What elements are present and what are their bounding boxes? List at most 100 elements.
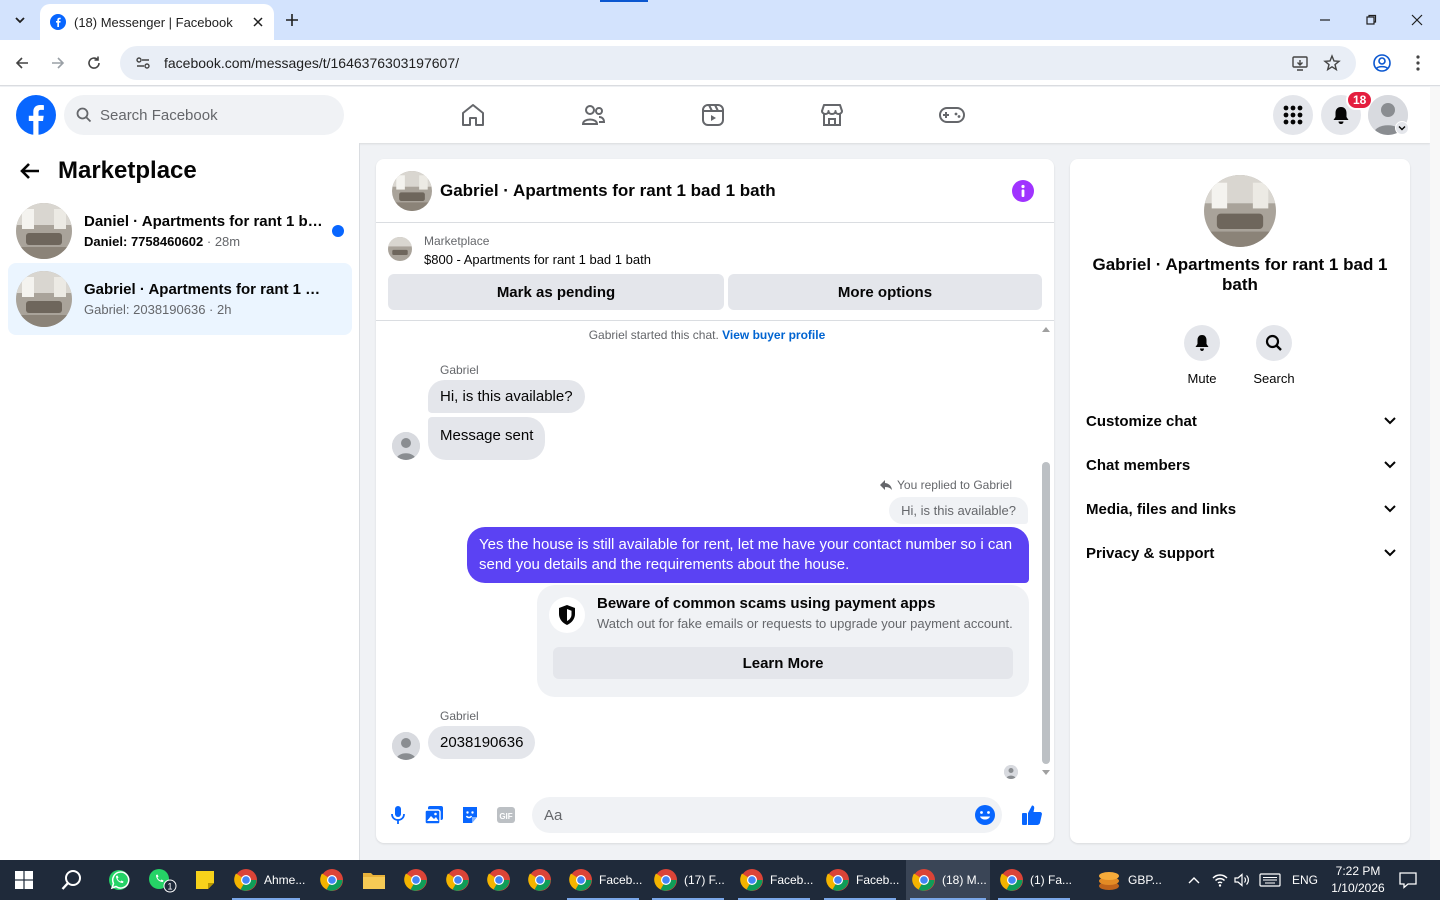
taskbar-chrome-window-5[interactable] bbox=[481, 860, 517, 900]
learn-more-button[interactable]: Learn More bbox=[553, 647, 1013, 679]
video-icon[interactable] bbox=[697, 99, 729, 131]
message-input-box[interactable] bbox=[532, 797, 1002, 833]
chevron-down-icon bbox=[1384, 549, 1396, 557]
volume-icon[interactable] bbox=[1230, 860, 1254, 900]
customize-chat-section[interactable]: Customize chat bbox=[1086, 403, 1396, 439]
message-input[interactable] bbox=[544, 806, 964, 824]
chat-scrollbar[interactable] bbox=[1038, 322, 1054, 784]
browser-tab-active[interactable]: (18) Messenger | Facebook bbox=[40, 4, 274, 40]
gaming-icon[interactable] bbox=[936, 99, 968, 131]
taskbar-facebook-window-3[interactable]: Faceb... bbox=[734, 860, 814, 900]
media-files-links-section[interactable]: Media, files and links bbox=[1086, 491, 1396, 527]
sender-avatar[interactable] bbox=[392, 732, 420, 760]
url-text[interactable]: facebook.com/messages/t/1646376303197607… bbox=[164, 55, 459, 71]
my-reply-bubble[interactable]: Yes the house is still available for ren… bbox=[467, 527, 1029, 583]
mark-as-pending-button[interactable]: Mark as pending bbox=[388, 274, 724, 310]
quoted-message[interactable]: Hi, is this available? bbox=[889, 497, 1028, 524]
sender-avatar[interactable] bbox=[392, 432, 420, 460]
page-scrollbar[interactable] bbox=[1430, 87, 1440, 860]
emoji-icon[interactable] bbox=[974, 804, 996, 826]
listing-title[interactable]: $800 - Apartments for rant 1 bad 1 bath bbox=[424, 252, 651, 267]
forward-arrow-icon[interactable] bbox=[46, 51, 70, 75]
chat-scroll-thumb[interactable] bbox=[1042, 462, 1050, 764]
view-buyer-profile-link[interactable]: View buyer profile bbox=[722, 328, 825, 342]
marketplace-icon[interactable] bbox=[816, 99, 848, 131]
windows-start-icon[interactable] bbox=[4, 860, 44, 900]
back-arrow-icon[interactable] bbox=[10, 51, 34, 75]
window-maximize-icon[interactable] bbox=[1359, 8, 1383, 32]
taskbar-facebook-window-1[interactable]: Faceb... bbox=[563, 860, 643, 900]
search-action[interactable]: Search bbox=[1244, 325, 1304, 386]
window-minimize-icon[interactable] bbox=[1313, 8, 1337, 32]
home-icon[interactable] bbox=[457, 99, 489, 131]
taskbar-clock[interactable]: 7:22 PM 1/10/2026 bbox=[1322, 863, 1394, 897]
profile-icon[interactable] bbox=[1370, 51, 1394, 75]
bookmark-star-icon[interactable] bbox=[1320, 51, 1344, 75]
site-settings-icon[interactable] bbox=[134, 54, 152, 72]
chrome-icon bbox=[528, 869, 551, 891]
facebook-search-box[interactable] bbox=[64, 95, 344, 135]
taskbar-messenger-window-active[interactable]: (18) M... bbox=[906, 860, 990, 900]
photo-icon[interactable] bbox=[422, 803, 446, 827]
whatsapp-business-icon[interactable]: 1 bbox=[142, 860, 182, 900]
seen-receipt-avatar bbox=[1004, 765, 1018, 779]
search-icon bbox=[76, 107, 92, 123]
chat-title[interactable]: Gabriel · Apartments for rant 1 bad 1 ba… bbox=[440, 181, 776, 201]
facebook-search-input[interactable] bbox=[100, 106, 320, 124]
whatsapp-icon[interactable] bbox=[100, 860, 138, 900]
keyboard-icon[interactable] bbox=[1256, 860, 1284, 900]
message-bubble[interactable]: Message sent bbox=[428, 417, 546, 460]
reload-icon[interactable] bbox=[82, 51, 106, 75]
browser-menu-icon[interactable] bbox=[1406, 51, 1430, 75]
taskbar-search-icon[interactable] bbox=[50, 860, 94, 900]
message-bubble[interactable]: Hi, is this available? bbox=[428, 380, 585, 413]
taskbar-chrome-window-6[interactable] bbox=[522, 860, 558, 900]
chat-members-section[interactable]: Chat members bbox=[1086, 447, 1396, 483]
file-explorer-icon[interactable] bbox=[356, 860, 392, 900]
taskbar-chrome-window-4[interactable] bbox=[440, 860, 476, 900]
tab-close-icon[interactable] bbox=[250, 14, 266, 30]
conversation-item-gabriel[interactable]: Gabriel · Apartments for rant 1 ba... Ga… bbox=[8, 263, 352, 335]
install-app-icon[interactable] bbox=[1288, 51, 1312, 75]
taskbar-facebook-window-5[interactable]: (1) Fa... bbox=[994, 860, 1074, 900]
taskbar-chrome-window-3[interactable] bbox=[398, 860, 434, 900]
listing-mini-thumbnail[interactable] bbox=[388, 237, 412, 261]
message-bubble[interactable]: 2038190636 bbox=[428, 726, 536, 759]
new-tab-plus-icon[interactable] bbox=[282, 10, 302, 30]
mute-action[interactable]: Mute bbox=[1172, 325, 1232, 386]
taskbar-chrome-window-2[interactable] bbox=[314, 860, 350, 900]
facebook-favicon-icon bbox=[50, 14, 66, 30]
scroll-up-arrow-icon[interactable] bbox=[1038, 324, 1054, 334]
gif-icon[interactable]: GIF bbox=[494, 803, 518, 827]
taskbar-chrome-window-1[interactable]: Ahme... bbox=[228, 860, 305, 900]
thumbs-up-icon[interactable] bbox=[1020, 803, 1044, 827]
scroll-down-arrow-icon[interactable] bbox=[1038, 768, 1054, 778]
chat-profile-thumbnail[interactable] bbox=[1204, 175, 1276, 247]
more-options-button[interactable]: More options bbox=[728, 274, 1042, 310]
sender-name: Gabriel bbox=[440, 363, 479, 377]
taskbar-facebook-window-2[interactable]: (17) F... bbox=[648, 860, 728, 900]
bell-icon[interactable] bbox=[1184, 325, 1220, 361]
tab-list-chevron-icon[interactable] bbox=[8, 8, 32, 32]
search-icon[interactable] bbox=[1256, 325, 1292, 361]
wifi-icon[interactable] bbox=[1208, 860, 1232, 900]
window-close-icon[interactable] bbox=[1405, 8, 1429, 32]
language-indicator[interactable]: ENG bbox=[1292, 873, 1318, 887]
conversation-item-daniel[interactable]: Daniel · Apartments for rant 1 ba... Dan… bbox=[8, 195, 352, 267]
chat-header-thumbnail[interactable] bbox=[392, 170, 432, 211]
facebook-logo-icon[interactable] bbox=[16, 95, 56, 135]
omnibox[interactable]: facebook.com/messages/t/1646376303197607… bbox=[120, 46, 1356, 80]
menu-grid-icon[interactable] bbox=[1273, 95, 1313, 135]
taskbar-facebook-window-4[interactable]: Faceb... bbox=[820, 860, 900, 900]
tray-chevron-up-icon[interactable] bbox=[1182, 860, 1206, 900]
action-center-icon[interactable] bbox=[1396, 860, 1420, 900]
microphone-icon[interactable] bbox=[386, 803, 410, 827]
sticky-notes-icon[interactable] bbox=[188, 860, 222, 900]
back-arrow-icon[interactable] bbox=[20, 159, 44, 183]
privacy-support-section[interactable]: Privacy & support bbox=[1086, 535, 1396, 571]
account-chevron-down-icon[interactable] bbox=[1395, 121, 1409, 135]
currency-widget[interactable]: GBP... bbox=[1090, 860, 1178, 900]
sticker-icon[interactable] bbox=[458, 803, 482, 827]
info-icon[interactable] bbox=[1012, 180, 1034, 202]
friends-icon[interactable] bbox=[577, 99, 609, 131]
